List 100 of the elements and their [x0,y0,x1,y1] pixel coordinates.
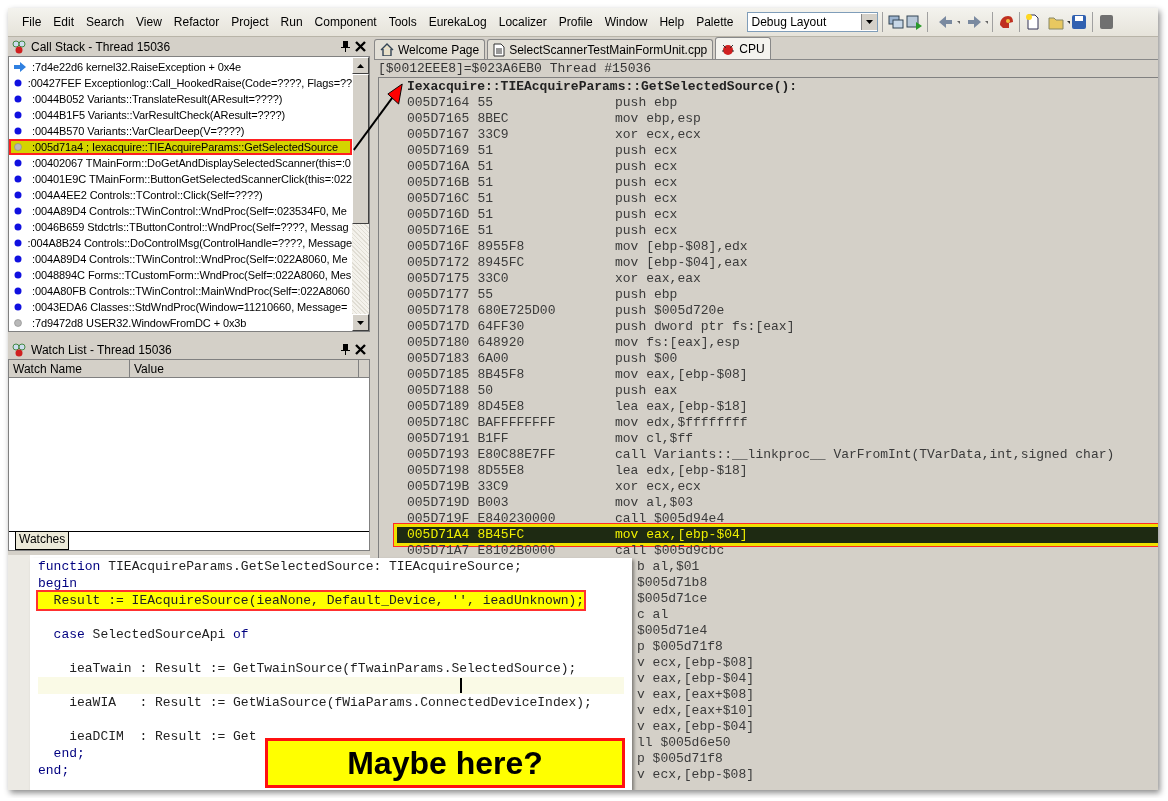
disassembly-row[interactable]: 005D7188 50 push eax [407,383,1158,399]
call-stack-item[interactable]: :0048894C Forms::TCustomForm::WndProc(Self=:022A8060, Mes [9,267,352,283]
watches-tab[interactable]: Watches [15,532,70,550]
code-line: ieaTwain : Result := GetTwainSource(fTwainParams.SelectedSource); [68,660,577,677]
disassembly-row[interactable]: 005D7178 680E725D00 push $005d720e [407,303,1158,319]
menu-item[interactable]: Refactor [167,15,226,29]
menu-item[interactable]: Edit [47,15,81,29]
pin-icon[interactable] [341,41,350,52]
call-stack-item[interactable]: :004A80FB Controls::TWinControl::MainWndProc(Self=:022A8060 [9,283,352,299]
code-line: case SelectedSourceApi of [52,626,249,643]
call-stack-item[interactable]: :004A4EE2 Controls::TControl::Click(Self=????) [9,187,352,203]
scrollbar[interactable] [352,57,369,331]
square-icon[interactable] [1097,13,1116,31]
up-arrow-icon [357,63,364,68]
call-stack-item[interactable]: :7d9472d8 USER32.WindowFromDC + 0x3b [9,315,352,331]
disassembly-row[interactable]: 005D7191 B1FF mov cl,$ff [407,431,1158,447]
disassembly-row[interactable]: 005D718C BAFFFFFFFF mov edx,$ffffffff [407,415,1158,431]
menu-item[interactable]: EurekaLog [422,15,493,29]
disassembly-row[interactable]: 005D7165 8BEC mov ebp,esp [407,111,1158,127]
close-icon[interactable] [355,344,366,355]
save-icon[interactable] [1070,13,1089,31]
editor-tab[interactable]: Welcome Page [374,39,486,59]
layout-icon[interactable] [887,13,906,31]
menu-item[interactable]: Window [598,15,654,29]
disassembly-row[interactable]: 005D7185 8B45F8 mov eax,[ebp-$08] [407,367,1158,383]
text-caret [460,678,462,693]
column-header[interactable]: Watch Name [9,360,130,377]
disassembly-row[interactable]: 005D7164 55 push ebp [407,95,1158,111]
call-stack-item[interactable]: :004A89D4 Controls::TWinControl::WndProc(Self=:022A8060, Me [9,251,352,267]
menu-item[interactable]: Tools [382,15,423,29]
disassembly-row[interactable]: 005D719F E840230000 call $005d94e4 [407,511,1158,527]
disassembly-row[interactable]: 005D719D B003 mov al,$03 [407,495,1158,511]
call-stack-item[interactable]: :00427FEF Exceptionlog::Call_HookedRaise(Code=????, Flags=?? [9,75,352,91]
disassembly-row[interactable]: 005D7180 648920 mov fs:[eax],esp [407,335,1158,351]
call-stack-item[interactable]: :0044B1F5 Variants::VarResultCheck(AResult=????) [9,107,352,123]
call-stack-item[interactable]: :0044B052 Variants::TranslateResult(AResult=????) [9,91,352,107]
call-stack-item[interactable]: :0046B659 Stdctrls::TButtonControl::WndProc(Self=????, Messag [9,219,352,235]
document-icon [493,42,506,57]
bug-icon [12,39,26,54]
disassembly-row[interactable]: 005D7198 8D55E8 lea edx,[ebp-$18] [407,463,1158,479]
menu-item[interactable]: Palette [690,15,740,29]
disassembly-row[interactable]: 005D7175 33C0 xor eax,eax [407,271,1158,287]
disassembly-row[interactable]: 005D7167 33C9 xor ecx,ecx [407,127,1158,143]
cpu-status: [$0012EEE8]=$023A6EB0 Thread #15036 [374,59,1158,77]
down-arrow-icon [357,320,364,325]
disassembly-row[interactable]: 005D7193 E80C88E7FF call Variants::__linkproc__ VarFromInt(TVarData,int,signed char) [407,447,1158,463]
bug-icon [12,342,26,357]
disassembly-row[interactable]: 005D7177 55 push ebp [407,287,1158,303]
procedure-name: Iexacquire::TIEAcquireParams::GetSelectedSource(): [407,79,799,95]
code-line: function TIEAcquireParams.GetSelectedSource: TIEAcquireSource; [38,558,522,575]
menu-item[interactable]: File [16,15,48,29]
menu-item[interactable]: Profile [552,15,599,29]
call-stack-item[interactable]: :00402067 TMainForm::DoGetAndDisplaySelectedScanner(this=:0 [9,155,352,171]
menu-item[interactable]: Component [308,15,383,29]
disassembly-row[interactable]: 005D716A 51 push ecx [407,159,1158,175]
dropdown-arrow-icon [866,20,874,24]
pin-icon[interactable] [341,344,350,355]
code-line: end; [52,745,85,762]
disassembly-row[interactable]: 005D716E 51 push ecx [407,223,1158,239]
code-line: begin [38,575,77,592]
code-line: ieaDCIM : Result := Get [68,728,257,745]
code-line: ieaWIA : Result := GetWiaSource(fWiaParams.ConnectedDeviceIndex); [68,694,592,711]
disassembly-row[interactable]: 005D719B 33C9 xor ecx,ecx [407,479,1158,495]
editor-tab[interactable]: SelectScannerTestMainFormUnit.cpp [487,39,714,59]
call-stack-item[interactable]: :0044B570 Variants::VarClearDeep(V=????) [9,123,352,139]
layout-combo[interactable]: Debug Layout [747,12,879,32]
close-icon[interactable] [355,41,366,52]
menu-item[interactable]: Run [274,15,309,29]
disassembly-row[interactable]: 005D717D 64FF30 push dword ptr fs:[eax] [407,319,1158,335]
disassembly-row[interactable]: 005D716D 51 push ecx [407,207,1158,223]
menu-item[interactable]: Localizer [492,15,553,29]
call-stack-item[interactable]: :004A8B24 Controls::DoControlMsg(ControlHandle=????, Message [9,235,352,251]
menu-item[interactable]: Project [225,15,275,29]
menu-item[interactable]: Search [80,15,131,29]
disassembly-row[interactable]: 005D716C 51 push ecx [407,191,1158,207]
disassembly-row[interactable]: 005D716B 51 push ecx [407,175,1158,191]
layout-icon[interactable] [905,13,924,31]
call-stack-item[interactable]: :004A89D4 Controls::TWinControl::WndProc(Self=:023534F0, Me [9,203,352,219]
helmet-icon[interactable] [997,13,1016,31]
call-stack-item[interactable]: :005d71a4 ; Iexacquire::TIEAcquireParams::GetSelectedSource [9,139,352,155]
dot-icon [14,239,22,247]
panel-title: Watch List - Thread 15036 [31,342,173,357]
call-stack-item[interactable]: :00401E9C TMainForm::ButtonGetSelectedScannerClick(this=:022 [9,171,352,187]
disassembly-row[interactable]: 005D71A7 E8102B0000 call $005d9cbc [407,543,1158,559]
home-icon [380,43,394,56]
menu-item[interactable]: View [130,15,168,29]
call-stack-item[interactable]: :7d4e22d6 kernel32.RaiseException + 0x4e [9,59,352,75]
menu-item[interactable]: Help [653,15,691,29]
dot-icon [14,79,22,87]
disassembly-row[interactable]: 005D7169 51 push ecx [407,143,1158,159]
disassembly-row[interactable]: 005D7172 8945FC mov [ebp-$04],eax [407,255,1158,271]
annotation-arrow [352,82,404,152]
disassembly-row[interactable]: 005D7189 8D45E8 lea eax,[ebp-$18] [407,399,1158,415]
callout-label: Maybe here? [265,738,625,788]
call-stack-item[interactable]: :0043EDA6 Classes::StdWndProc(Window=11210660, Message= [9,299,352,315]
column-header[interactable]: Value [130,360,359,377]
code-line: end; [38,762,70,779]
editor-tab[interactable]: CPU [715,37,771,59]
disassembly-row[interactable]: 005D716F 8955F8 mov [ebp-$08],edx [407,239,1158,255]
disassembly-row[interactable]: 005D7183 6A00 push $00 [407,351,1158,367]
